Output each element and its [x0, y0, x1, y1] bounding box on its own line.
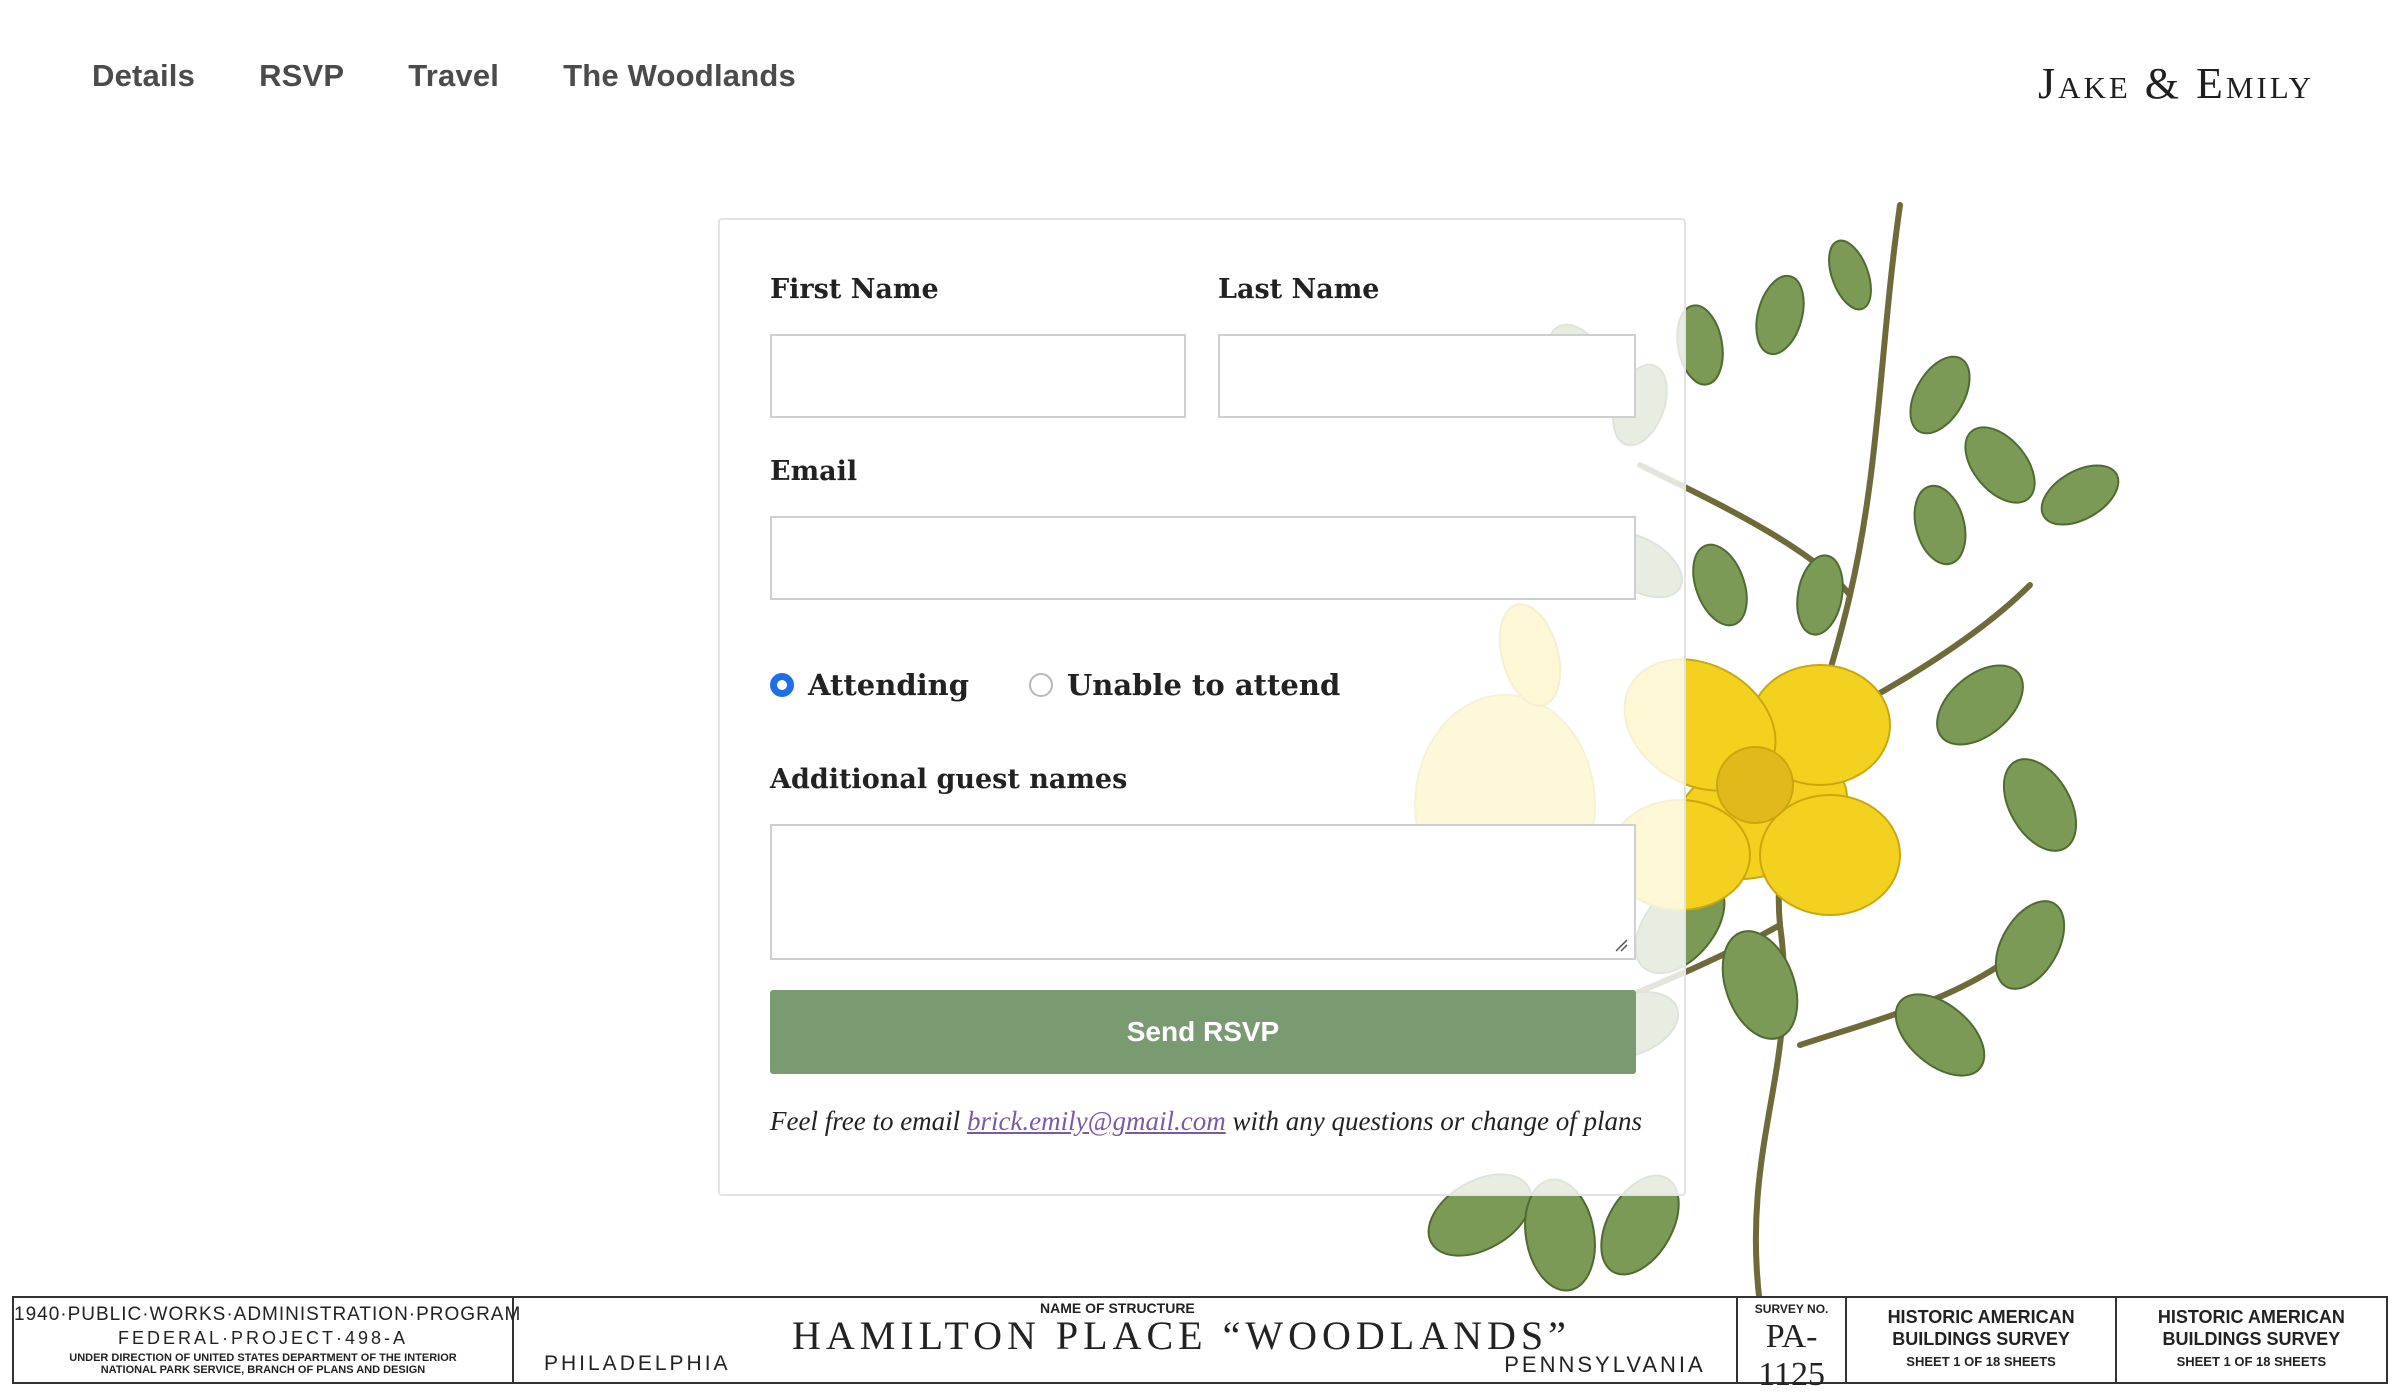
radio-selected-icon[interactable]	[770, 673, 794, 697]
first-name-label: First Name	[770, 274, 939, 305]
state-label: PENNSYLVANIA	[1504, 1352, 1706, 1377]
contact-note: Feel free to email brick.emily@gmail.com…	[770, 1106, 1642, 1137]
program-line-1: 1940·PUBLIC·WORKS·ADMINISTRATION·PROGRAM	[14, 1304, 522, 1325]
email-field[interactable]	[770, 516, 1636, 600]
additional-guests-textarea[interactable]	[770, 824, 1636, 960]
email-link[interactable]: brick.emily@gmail.com	[967, 1106, 1226, 1136]
send-rsvp-button[interactable]: Send RSVP	[770, 990, 1636, 1074]
radio-attending[interactable]: Attending	[770, 668, 969, 702]
attendance-radio-group: Attending Unable to attend	[770, 668, 1400, 702]
habs-cell-1: HISTORIC AMERICAN BUILDINGS SURVEY SHEET…	[1847, 1298, 2117, 1382]
habs-title-1: HISTORIC AMERICAN BUILDINGS SURVEY	[1887, 1307, 2075, 1349]
program-line-2: FEDERAL·PROJECT·498-A	[117, 1328, 409, 1348]
rsvp-form-card: First Name Last Name Email Attending Una…	[718, 218, 1686, 1196]
radio-unable-label: Unable to attend	[1066, 668, 1341, 702]
radio-attending-label: Attending	[808, 668, 969, 702]
radio-unable-to-attend[interactable]: Unable to attend	[1028, 668, 1341, 702]
additional-guests-label: Additional guest names	[770, 764, 1128, 795]
structure-name: HAMILTON PLACE “WOODLANDS”	[792, 1313, 1571, 1358]
survey-cell: SURVEY NO. PA-1125	[1738, 1298, 1848, 1393]
program-cell: 1940·PUBLIC·WORKS·ADMINISTRATION·PROGRAM…	[14, 1298, 522, 1382]
program-line-4: NATIONAL PARK SERVICE, BRANCH OF PLANS A…	[100, 1364, 426, 1376]
habs-title-block: 1940·PUBLIC·WORKS·ADMINISTRATION·PROGRAM…	[12, 1296, 2388, 1393]
sheet-text-2: SHEET 1 OF 18 SHEETS	[2176, 1354, 2327, 1369]
note-prefix: Feel free to email	[770, 1106, 961, 1136]
email-label: Email	[770, 456, 858, 487]
nav-travel[interactable]: Travel	[408, 58, 499, 94]
site-brand[interactable]: Jake & Emily	[2038, 58, 2314, 109]
structure-cell: NAME OF STRUCTURE HAMILTON PLACE “WOODLA…	[514, 1298, 1738, 1382]
nav-the-woodlands[interactable]: The Woodlands	[563, 58, 796, 94]
habs-cell-2: HISTORIC AMERICAN BUILDINGS SURVEY SHEET…	[2117, 1298, 2386, 1382]
note-suffix: with any questions or change of plans	[1232, 1106, 1642, 1136]
last-name-field[interactable]	[1218, 334, 1636, 418]
top-nav: Details RSVP Travel The Woodlands	[92, 58, 860, 94]
nav-rsvp[interactable]: RSVP	[259, 58, 344, 94]
first-name-field[interactable]	[770, 334, 1186, 418]
habs-title-2: HISTORIC AMERICAN BUILDINGS SURVEY	[2157, 1307, 2345, 1349]
survey-label: SURVEY NO.	[1754, 1302, 1829, 1316]
nav-details[interactable]: Details	[92, 58, 195, 94]
program-line-3: UNDER DIRECTION OF UNITED STATES DEPARTM…	[69, 1352, 457, 1364]
survey-number: PA-1125	[1758, 1318, 1825, 1393]
radio-unselected-icon[interactable]	[1028, 673, 1053, 697]
last-name-label: Last Name	[1218, 274, 1380, 305]
resize-handle-icon[interactable]	[1614, 938, 1628, 952]
city-label: PHILADELPHIA	[544, 1352, 731, 1375]
sheet-text-1: SHEET 1 OF 18 SHEETS	[1906, 1354, 2056, 1369]
